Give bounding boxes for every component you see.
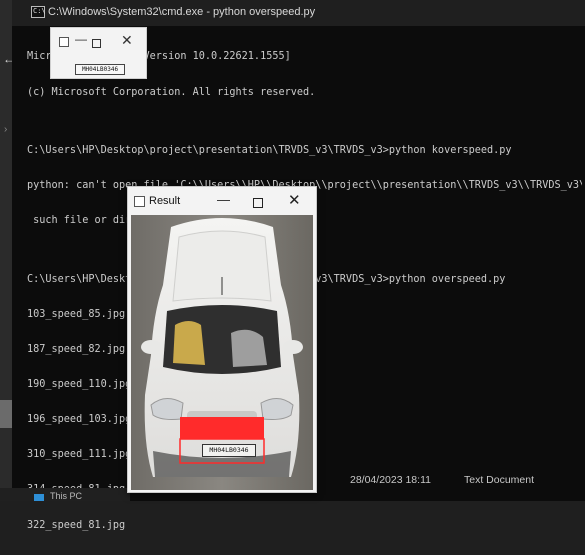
maximize-icon[interactable] bbox=[92, 39, 101, 48]
result-title: Result bbox=[149, 195, 181, 207]
explorer-left-strip: ← › bbox=[0, 0, 15, 501]
car-detection-image: MH04LB0346 bbox=[131, 215, 313, 490]
cmd-icon: C:\ bbox=[31, 6, 46, 18]
app-icon bbox=[59, 37, 69, 47]
plate-crop-window[interactable]: — ✕ MH04LB0346 bbox=[50, 27, 147, 79]
license-plate: MH04LB0346 bbox=[202, 444, 256, 457]
nav-item-this-pc[interactable]: This PC bbox=[50, 491, 82, 501]
console-line: 322_speed_81.jpg bbox=[27, 519, 126, 531]
close-icon[interactable]: ✕ bbox=[288, 191, 301, 209]
explorer-nav-strip: This PC bbox=[0, 488, 130, 501]
chevron-right-icon[interactable]: › bbox=[4, 124, 7, 135]
cmd-title: C:\Windows\System32\cmd.exe - python ove… bbox=[48, 6, 316, 18]
result-window[interactable]: Result — ✕ MH04LB0346 bbox=[127, 186, 317, 493]
minimize-icon[interactable]: — bbox=[75, 32, 87, 46]
folder-icon bbox=[34, 494, 44, 501]
file-date-modified: 28/04/2023 18:11 bbox=[350, 474, 431, 486]
cropped-plate-image: MH04LB0346 bbox=[75, 64, 125, 75]
result-titlebar[interactable]: Result — ✕ bbox=[128, 187, 316, 215]
close-icon[interactable]: ✕ bbox=[121, 32, 133, 49]
app-icon bbox=[134, 196, 145, 207]
plate-highlight-box bbox=[180, 417, 264, 439]
explorer-panel-block bbox=[0, 400, 12, 428]
file-type: Text Document bbox=[464, 474, 535, 486]
maximize-icon[interactable] bbox=[253, 198, 263, 208]
minimize-icon[interactable]: — bbox=[217, 192, 230, 207]
console-line: (c) Microsoft Corporation. All rights re… bbox=[27, 86, 316, 98]
cmd-titlebar[interactable]: C:\ C:\Windows\System32\cmd.exe - python… bbox=[12, 0, 585, 26]
console-line: C:\Users\HP\Desktop\project\presentation… bbox=[27, 145, 512, 157]
plate-window-titlebar[interactable]: — ✕ bbox=[51, 28, 146, 52]
